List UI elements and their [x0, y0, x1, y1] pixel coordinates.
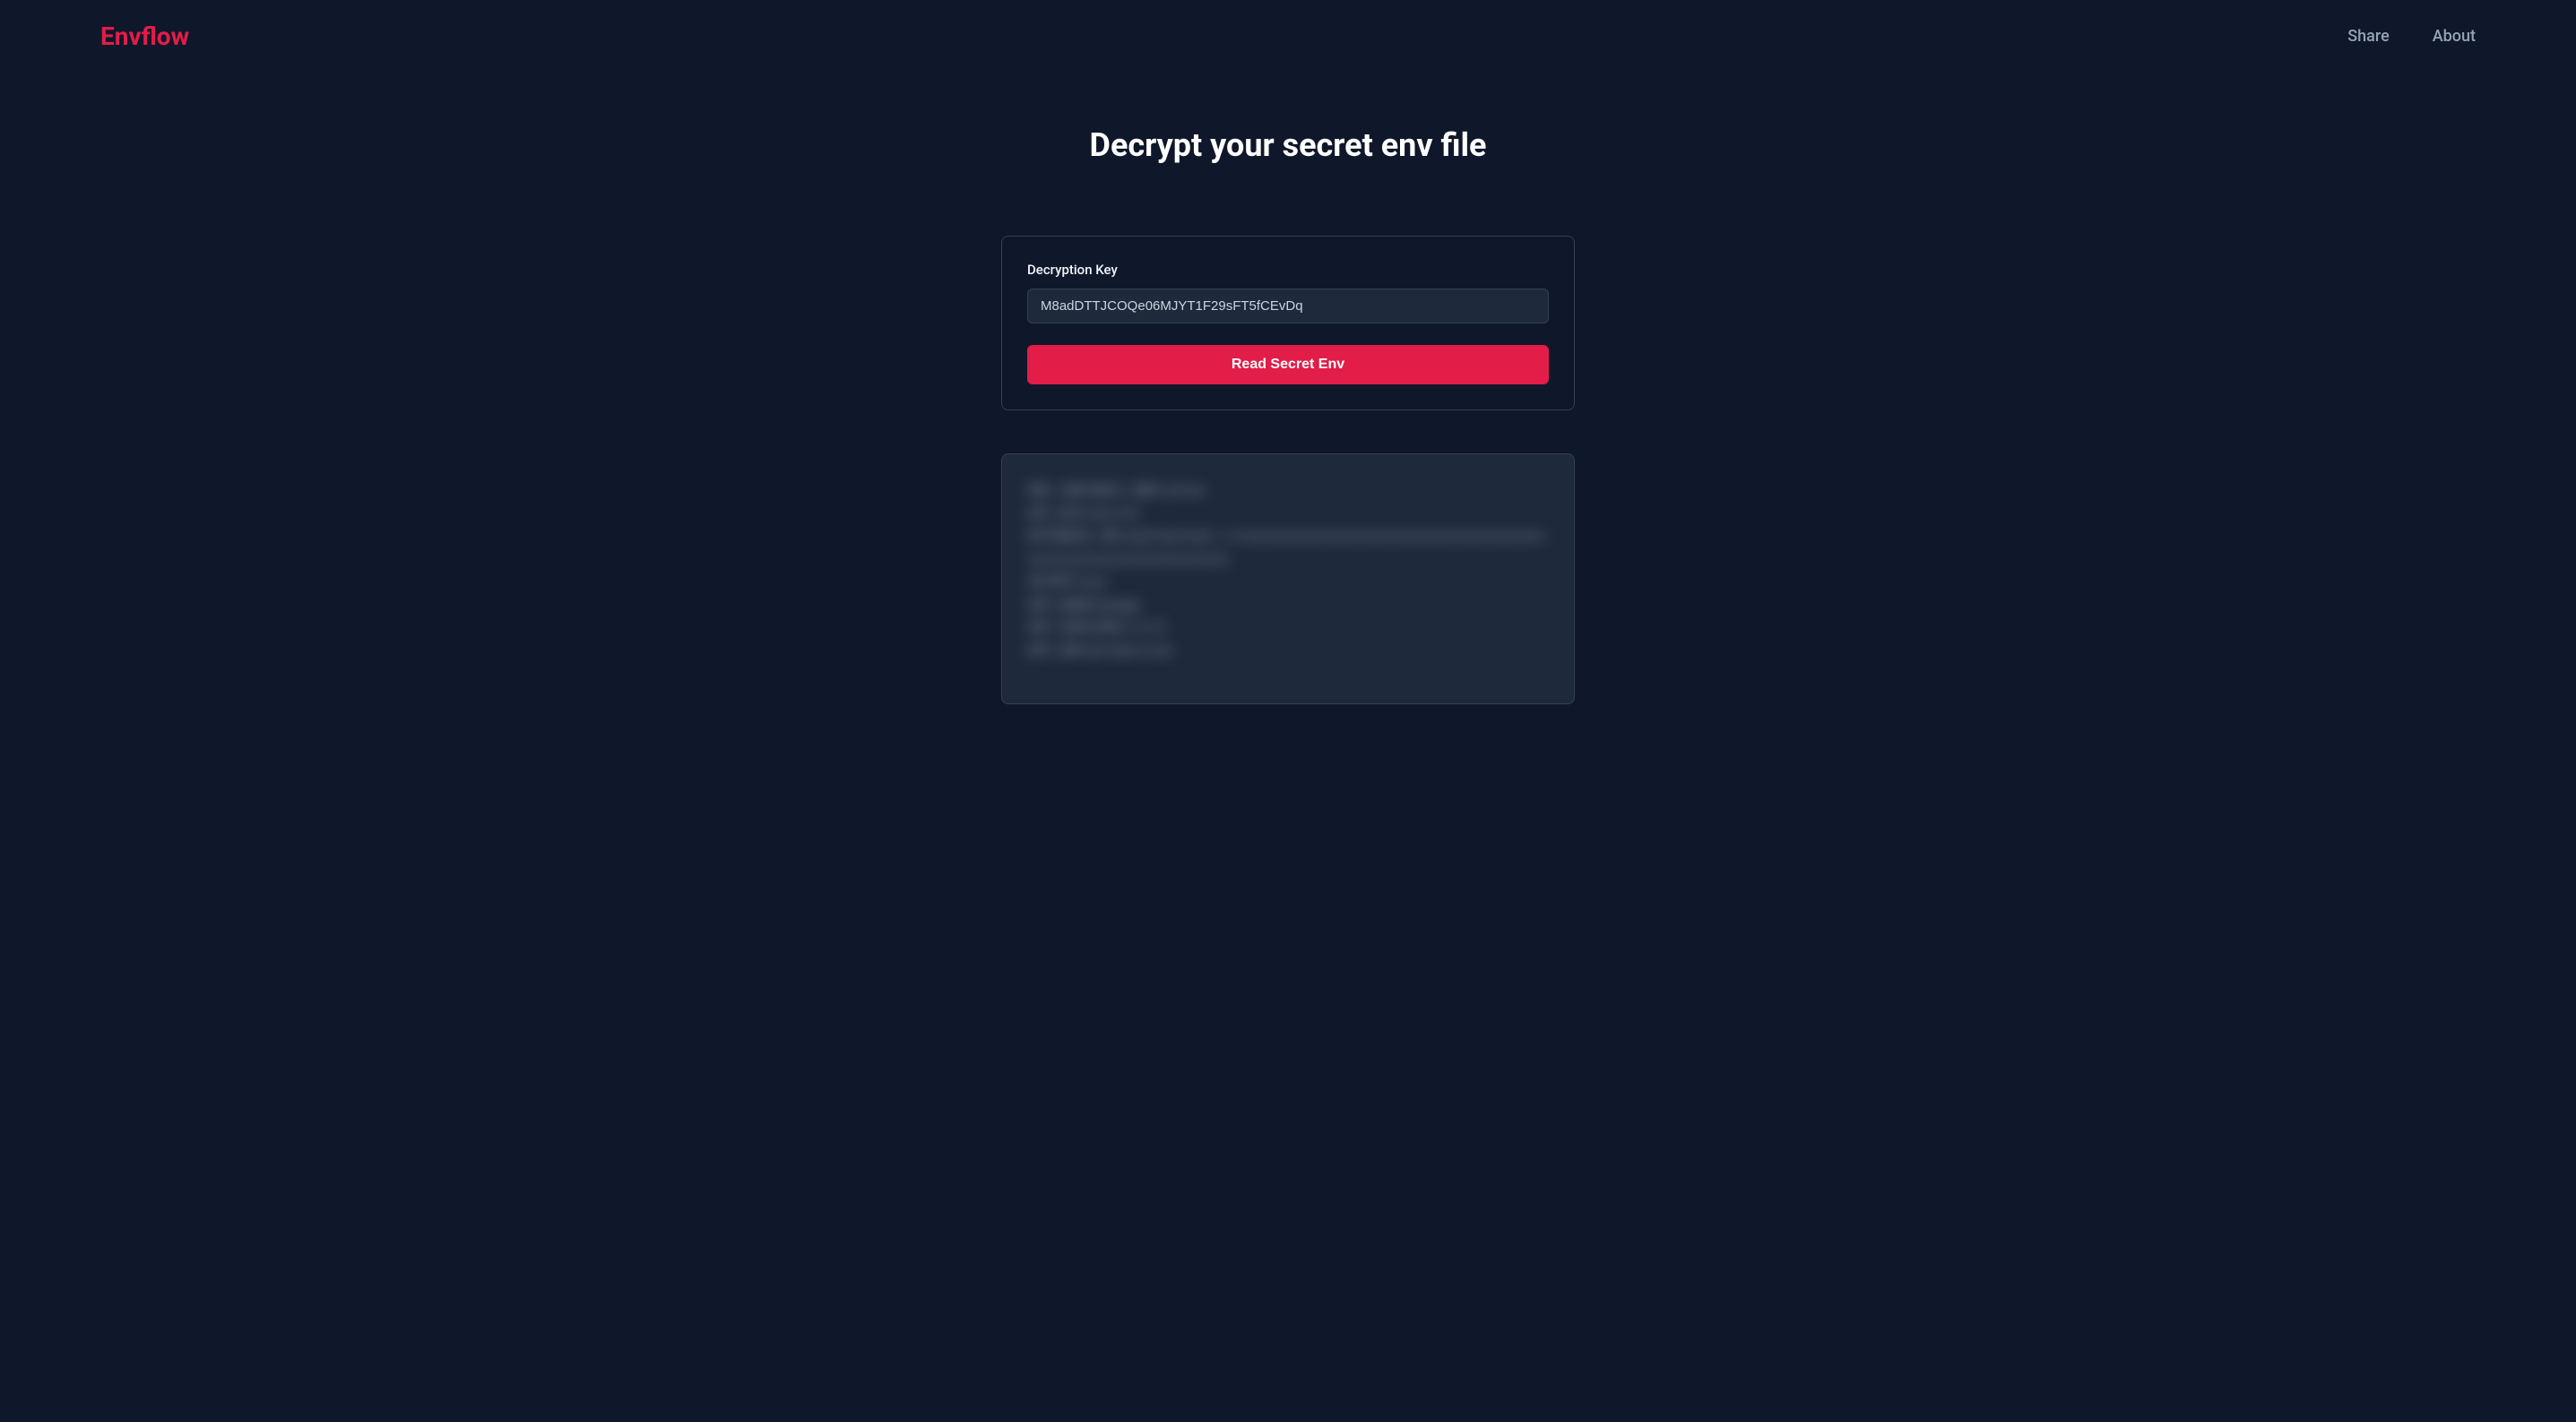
logo[interactable]: Envflow — [100, 22, 189, 51]
read-secret-button[interactable]: Read Secret Env — [1027, 345, 1549, 384]
result-card: ENV_VARIABLE_ONE=value API_KEY=secret DA… — [1001, 453, 1575, 704]
header: Envflow Share About — [0, 0, 2576, 73]
nav: Share About — [2347, 27, 2476, 46]
decryption-key-label: Decryption Key — [1027, 262, 1549, 278]
main-content: Decrypt your secret env file Decryption … — [0, 73, 2576, 704]
nav-link-share[interactable]: Share — [2347, 27, 2389, 46]
nav-link-about[interactable]: About — [2433, 27, 2476, 46]
decryption-key-input[interactable] — [1027, 289, 1549, 323]
decrypt-form-card: Decryption Key Read Secret Env — [1001, 236, 1575, 410]
blurred-env-content: ENV_VARIABLE_ONE=value API_KEY=secret DA… — [1027, 479, 1549, 662]
page-title: Decrypt your secret env file — [1090, 126, 1487, 164]
